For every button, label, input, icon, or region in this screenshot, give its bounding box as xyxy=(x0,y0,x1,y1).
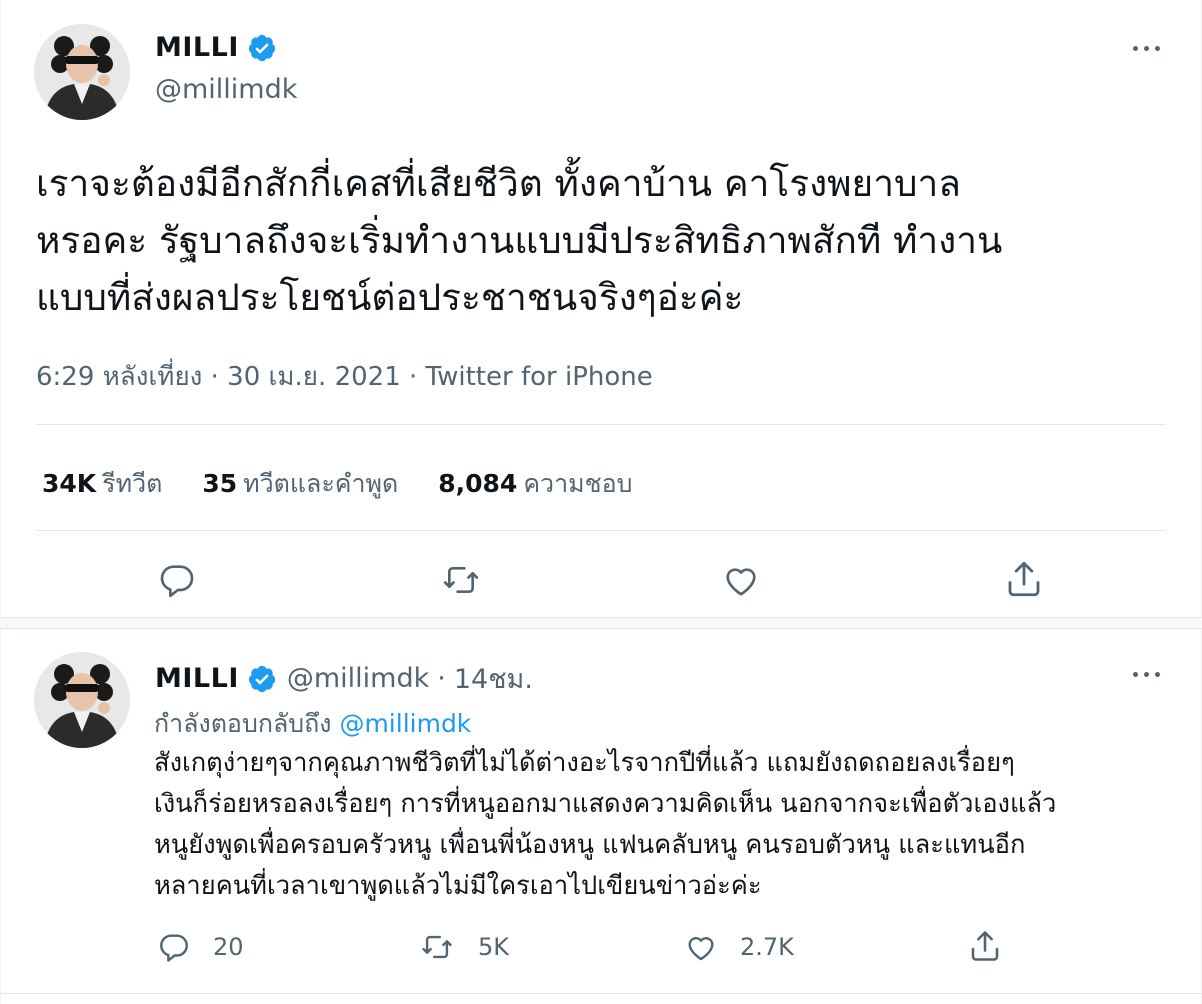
retweet-button[interactable] xyxy=(439,560,483,600)
tweet-date[interactable]: 30 เม.ย. 2021 xyxy=(227,362,401,392)
reply-text-line: เงินก็ร่อยหรอลงเรื่อยๆ การที่หนูออกมาแสด… xyxy=(154,789,1057,819)
reply-avatar[interactable] xyxy=(34,652,130,748)
quotes-count: 35 xyxy=(202,469,238,498)
reply-retweet-button[interactable]: 5K xyxy=(418,930,509,964)
divider xyxy=(36,530,1166,531)
reply-text: สังเกตุง่ายๆจากคุณภาพชีวิตที่ไม่ได้ต่างอ… xyxy=(154,743,1154,907)
verified-badge-icon xyxy=(247,664,277,694)
reply-text-line: สังเกตุง่ายๆจากคุณภาพชีวิตที่ไม่ได้ต่างอ… xyxy=(154,748,1015,778)
like-icon xyxy=(726,568,756,596)
tweet-source[interactable]: Twitter for iPhone xyxy=(426,362,653,392)
divider xyxy=(36,424,1166,425)
author-name-row[interactable]: MILLI xyxy=(155,32,277,63)
tweet-text-line: หรอคะ รัฐบาลถึงจะเริ่มทำงานแบบมีประสิทธิ… xyxy=(36,219,1003,262)
avatar[interactable] xyxy=(34,24,130,120)
reply-icon xyxy=(160,565,194,598)
reply-icon xyxy=(160,934,188,962)
tweet-text-line: เราจะต้องมีอีกสักกี่เคสที่เสียชีวิต ทั้ง… xyxy=(36,162,961,205)
tweet-stats: 34K รีทวีต 35 ทวีตและคำพูด 8,084 ความชอบ xyxy=(42,464,672,504)
reply-author-handle[interactable]: @millimdk xyxy=(287,663,429,694)
reply-reply-button[interactable]: 20 xyxy=(157,930,244,964)
reply-share-button[interactable] xyxy=(967,928,1003,964)
reply-like-button[interactable]: 2.7K xyxy=(684,930,794,964)
tweet-text: เราจะต้องมีอีกสักกี่เคสที่เสียชีวิต ทั้ง… xyxy=(36,155,1176,326)
reply-author-row: MILLI @millimdk · 14ชม. xyxy=(155,657,533,700)
likes-label: ความชอบ xyxy=(523,469,633,498)
share-icon xyxy=(971,931,999,961)
tweet-meta: 6:29 หลังเที่ยง · 30 เม.ย. 2021 · Twitte… xyxy=(36,356,653,397)
likes-count: 8,084 xyxy=(438,469,518,498)
verified-badge-icon xyxy=(247,33,277,63)
divider xyxy=(0,993,1202,994)
likes-stat[interactable]: 8,084 ความชอบ xyxy=(438,464,632,504)
reply-author-name[interactable]: MILLI xyxy=(155,663,239,694)
reply-likes-count: 2.7K xyxy=(740,933,794,961)
main-tweet: MILLI @millimdk เราจะต้องมีอีกสักกี่เคสท… xyxy=(0,0,1202,628)
reply-retweets-count: 5K xyxy=(478,933,510,961)
author-handle-row: @millimdk xyxy=(155,74,297,105)
retweets-stat[interactable]: 34K รีทวีต xyxy=(42,464,162,504)
replying-to-mention[interactable]: @millimdk xyxy=(339,709,471,738)
reply-more-options-icon[interactable] xyxy=(1124,664,1168,684)
share-button[interactable] xyxy=(1003,558,1045,600)
meta-separator: · xyxy=(409,362,418,392)
author-name[interactable]: MILLI xyxy=(155,32,239,63)
replying-to-label: กำลังตอบกลับถึง xyxy=(154,709,332,738)
share-icon xyxy=(1008,561,1040,597)
like-button[interactable] xyxy=(721,560,761,600)
tweet-separator-band xyxy=(0,617,1202,629)
reply-text-line: หนูยังพูดเพื่อครอบครัวหนู เพื่อนพี่น้องห… xyxy=(154,830,1026,860)
reply-button[interactable] xyxy=(157,560,197,600)
replying-to: กำลังตอบกลับถึง @millimdk xyxy=(154,704,471,744)
tweet-time[interactable]: 6:29 หลังเที่ยง xyxy=(36,362,202,392)
tweet-text-line: แบบที่ส่งผลประโยชน์ต่อประชาชนจริงๆอ่ะค่ะ xyxy=(36,276,744,319)
retweet-icon xyxy=(443,567,479,593)
retweet-icon xyxy=(422,935,452,959)
meta-separator: · xyxy=(437,663,446,694)
reply-replies-count: 20 xyxy=(213,933,244,961)
author-handle[interactable]: @millimdk xyxy=(155,74,297,105)
retweets-count: 34K xyxy=(42,469,97,498)
meta-separator: · xyxy=(210,362,219,392)
reply-time[interactable]: 14ชม. xyxy=(454,657,533,700)
quotes-label: ทวีตและคำพูด xyxy=(243,469,399,498)
quotes-stat[interactable]: 35 ทวีตและคำพูด xyxy=(202,464,398,504)
retweets-label: รีทวีต xyxy=(102,469,163,498)
like-icon xyxy=(688,937,714,961)
more-options-icon[interactable] xyxy=(1124,38,1168,58)
reply-text-line: หลายคนที่เวลาเขาพูดแล้วไม่มีใครเอาไปเขีย… xyxy=(154,871,762,901)
